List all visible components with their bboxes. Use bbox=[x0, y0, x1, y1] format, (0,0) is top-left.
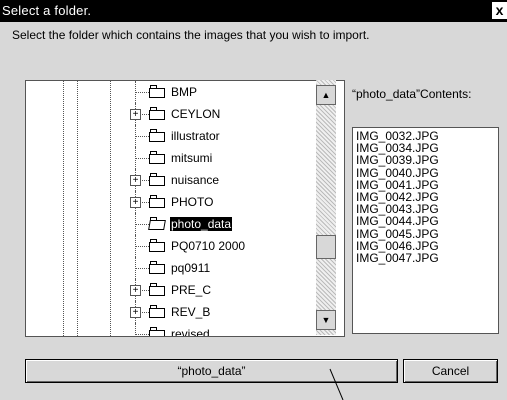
callout-line bbox=[329, 368, 344, 400]
